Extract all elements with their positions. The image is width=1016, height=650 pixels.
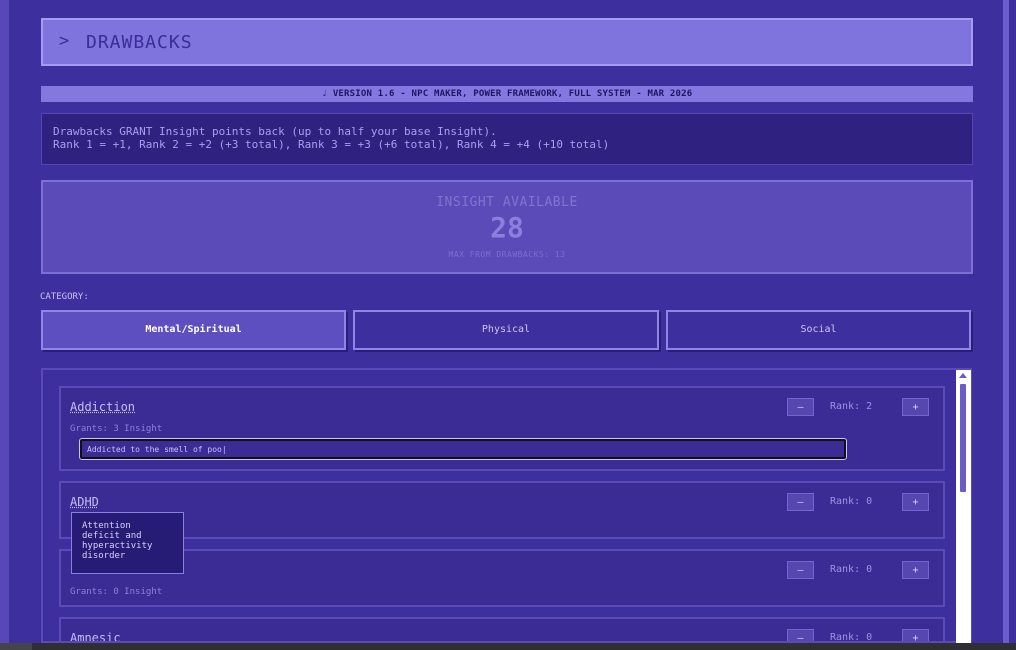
tab-physical[interactable]: Physical: [353, 310, 659, 350]
drawback-note-input[interactable]: [80, 439, 846, 459]
category-label: CATEGORY:: [40, 292, 89, 302]
rank-decrease-button[interactable]: –: [787, 398, 814, 416]
scroll-up-arrow-icon[interactable]: [959, 373, 967, 378]
section-header[interactable]: > DRAWBACKS: [41, 18, 973, 66]
info-line-2: Rank 1 = +1, Rank 2 = +2 (+3 total), Ran…: [53, 138, 610, 151]
version-banner: ♩ VERSION 1.6 - NPC MAKER, POWER FRAMEWO…: [41, 86, 973, 102]
tab-mental-spiritual[interactable]: Mental/Spiritual: [41, 310, 346, 350]
bottom-bar: [0, 643, 1016, 650]
info-box: Drawbacks GRANT Insight points back (up …: [41, 113, 973, 165]
rank-decrease-button[interactable]: –: [787, 629, 814, 641]
rank-value: Rank: 2: [830, 401, 873, 412]
rank-value: Rank: 0: [830, 632, 873, 643]
drawback-list[interactable]: Addiction – Rank: 2 + Grants: 3 Insight …: [41, 368, 972, 643]
drawback-card: – Rank: 0 + Grants: 0 Insight: [59, 549, 945, 607]
rank-decrease-button[interactable]: –: [787, 493, 814, 511]
drawback-name: Amnesic: [70, 631, 121, 643]
scrollbar-thumb[interactable]: [960, 384, 966, 492]
rank-increase-button[interactable]: +: [902, 493, 929, 511]
drawback-name[interactable]: ADHD: [70, 495, 99, 509]
drawback-card-addiction: Addiction – Rank: 2 + Grants: 3 Insight: [59, 386, 945, 471]
section-title: DRAWBACKS: [86, 32, 193, 53]
tab-social[interactable]: Social: [666, 310, 971, 350]
insight-panel: INSIGHT AVAILABLE 28 MAX FROM DRAWBACKS:…: [41, 180, 973, 274]
insight-value: 28: [490, 211, 524, 244]
list-scrollbar[interactable]: [956, 370, 971, 643]
grants-text: Grants: 0 Insight: [70, 587, 163, 597]
grants-text: Grants: 3 Insight: [70, 424, 163, 434]
drawback-card-adhd: ADHD – Rank: 0 +: [59, 481, 945, 539]
rank-increase-button[interactable]: +: [902, 629, 929, 641]
left-edge: [0, 0, 9, 650]
right-edge: [1003, 0, 1009, 650]
drawback-name: Addiction: [70, 400, 136, 414]
drawback-card-amnesic: Amnesic – Rank: 0 +: [59, 617, 945, 643]
chevron-right-icon: >: [59, 31, 70, 51]
rank-increase-button[interactable]: +: [902, 561, 929, 579]
insight-label: INSIGHT AVAILABLE: [436, 195, 578, 210]
rank-decrease-button[interactable]: –: [787, 561, 814, 579]
rank-value: Rank: 0: [830, 564, 873, 575]
info-line-1: Drawbacks GRANT Insight points back (up …: [53, 125, 497, 138]
insight-max: MAX FROM DRAWBACKS: 13: [448, 250, 566, 259]
rank-value: Rank: 0: [830, 496, 873, 507]
rank-increase-button[interactable]: +: [902, 398, 929, 416]
tooltip-adhd: Attention deficit and hyperactivity diso…: [71, 512, 184, 574]
